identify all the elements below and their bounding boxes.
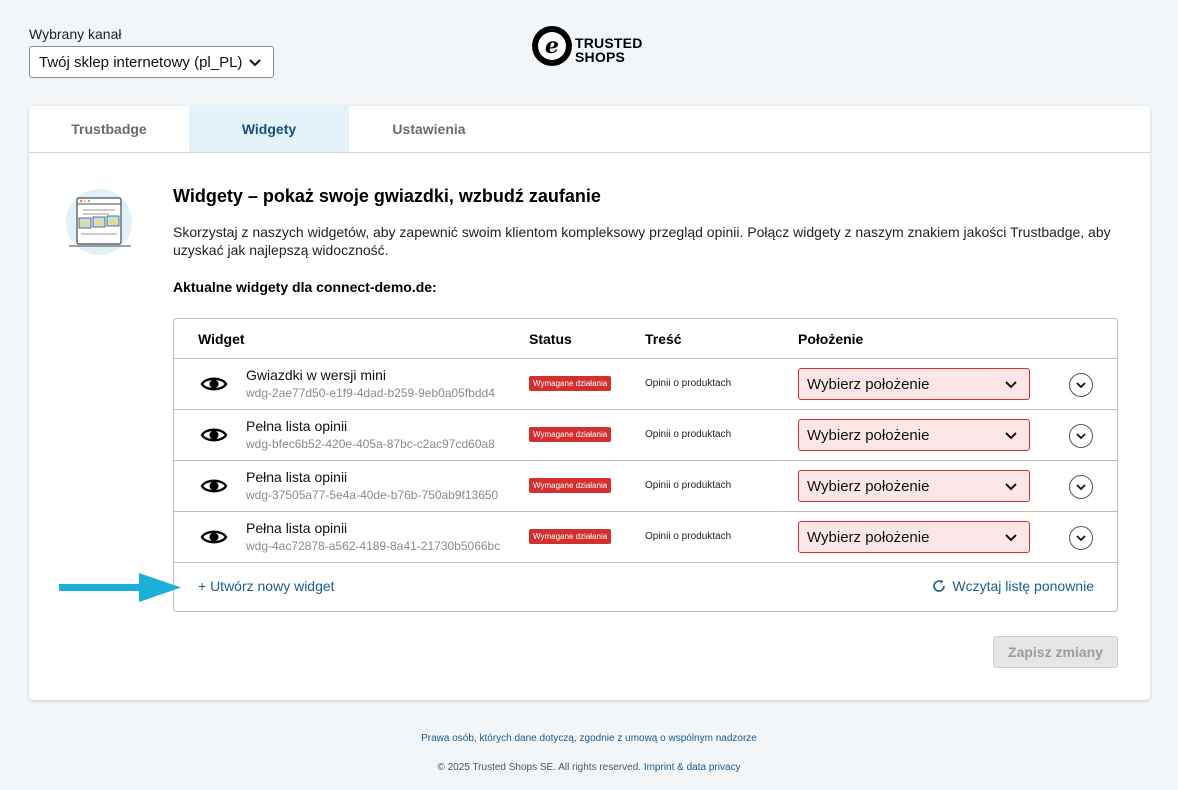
widget-content-type: Opinii o produktach bbox=[645, 531, 732, 542]
table-row: Gwiazdki w wersji mini wdg-2ae77d50-e1f9… bbox=[174, 359, 1117, 410]
position-select[interactable]: Wybierz położenie bbox=[798, 368, 1030, 400]
header-position: Położenie bbox=[798, 331, 864, 347]
chevron-down-icon bbox=[249, 59, 261, 67]
table-row: Pełna lista opinii wdg-4ac72878-a562-418… bbox=[174, 512, 1117, 563]
widgets-illustration bbox=[61, 188, 141, 265]
channel-selector: Wybrany kanał Twój sklep internetowy (pl… bbox=[29, 26, 274, 78]
status-badge: Wymagane działania bbox=[529, 376, 612, 391]
widget-id: wdg-4ac72878-a562-4189-8a41-21730b5066bc bbox=[246, 539, 501, 553]
expand-row-button[interactable] bbox=[1069, 373, 1093, 397]
status-badge: Wymagane działania bbox=[529, 427, 612, 442]
eye-icon[interactable] bbox=[200, 373, 228, 395]
widget-content-type: Opinii o produktach bbox=[645, 480, 732, 491]
chevron-down-icon bbox=[1005, 432, 1017, 440]
widget-id: wdg-37505a77-5e4a-40de-b76b-750ab9f13650 bbox=[246, 488, 499, 502]
header-status: Status bbox=[529, 331, 572, 347]
channel-label: Wybrany kanał bbox=[29, 26, 122, 42]
position-select-value: Wybierz położenie bbox=[807, 528, 930, 546]
page-description: Skorzystaj z naszych widgetów, aby zapew… bbox=[173, 224, 1111, 258]
expand-row-button[interactable] bbox=[1069, 526, 1093, 550]
widgets-card: Trustbadge Widgety Ustawienia Widgety – … bbox=[29, 106, 1150, 700]
channel-select[interactable]: Twój sklep internetowy (pl_PL) bbox=[29, 46, 274, 78]
logo-line-2: SHOPS bbox=[575, 49, 626, 65]
refresh-icon bbox=[933, 579, 946, 592]
expand-row-button[interactable] bbox=[1069, 475, 1093, 499]
position-select[interactable]: Wybierz położenie bbox=[798, 521, 1030, 553]
save-changes-button[interactable]: Zapisz zmiany bbox=[993, 636, 1118, 668]
position-select[interactable]: Wybierz położenie bbox=[798, 419, 1030, 451]
channel-select-value: Twój sklep internetowy (pl_PL) bbox=[39, 53, 243, 71]
trusted-shops-logo: e TRUSTED SHOPS bbox=[532, 26, 643, 66]
widgets-table: Widget Status Treść Położenie Gwiazdki w… bbox=[173, 318, 1118, 612]
expand-row-button[interactable] bbox=[1069, 424, 1093, 448]
imprint-link[interactable]: Imprint & data privacy bbox=[644, 762, 741, 773]
position-select-value: Wybierz położenie bbox=[807, 477, 930, 495]
logo-text: TRUSTED SHOPS bbox=[575, 36, 643, 64]
eye-icon[interactable] bbox=[200, 526, 228, 548]
chevron-down-icon bbox=[1005, 534, 1017, 542]
page-title: Widgety – pokaż swoje gwiazdki, wzbudź z… bbox=[173, 186, 601, 206]
status-badge: Wymagane działania bbox=[529, 478, 612, 493]
table-row: Pełna lista opinii wdg-bfec6b52-420e-405… bbox=[174, 410, 1117, 461]
chevron-down-icon bbox=[1076, 382, 1086, 389]
table-row: Pełna lista opinii wdg-37505a77-5e4a-40d… bbox=[174, 461, 1117, 512]
header-widget: Widget bbox=[198, 331, 245, 347]
widgets-intro: Widgety – pokaż swoje gwiazdki, wzbudź z… bbox=[173, 186, 1118, 295]
widget-content-type: Opinii o produktach bbox=[645, 429, 732, 440]
widget-name: Pełna lista opinii bbox=[246, 469, 348, 485]
footer-privacy-link[interactable]: Prawa osób, których dane dotyczą, zgodni… bbox=[0, 733, 1178, 744]
chevron-down-icon bbox=[1005, 381, 1017, 389]
widget-name: Pełna lista opinii bbox=[246, 418, 348, 434]
header-content: Treść bbox=[645, 331, 682, 347]
widget-id: wdg-2ae77d50-e1f9-4dad-b259-9eb0a05fbdd4 bbox=[246, 386, 495, 400]
widget-name: Pełna lista opinii bbox=[246, 520, 348, 536]
chevron-down-icon bbox=[1076, 535, 1086, 542]
widget-id: wdg-bfec6b52-420e-405a-87bc-c2ac97cd60a8 bbox=[246, 437, 495, 451]
reload-list-label: Wczytaj listę ponownie bbox=[952, 578, 1094, 594]
create-widget-link[interactable]: + Utwórz nowy widget bbox=[198, 578, 335, 594]
status-badge: Wymagane działania bbox=[529, 529, 612, 544]
position-select[interactable]: Wybierz położenie bbox=[798, 470, 1030, 502]
copyright-text: © 2025 Trusted Shops SE. All rights rese… bbox=[437, 762, 642, 773]
chevron-down-icon bbox=[1005, 483, 1017, 491]
current-widgets-label: Aktualne widgety dla connect-demo.de: bbox=[173, 279, 437, 295]
table-header: Widget Status Treść Położenie bbox=[174, 319, 1117, 359]
tab-trustbadge[interactable]: Trustbadge bbox=[29, 106, 189, 152]
eye-icon[interactable] bbox=[200, 424, 228, 446]
pointer-arrow-icon bbox=[59, 573, 181, 602]
widget-content-type: Opinii o produktach bbox=[645, 378, 732, 389]
eye-icon[interactable] bbox=[200, 475, 228, 497]
position-select-value: Wybierz położenie bbox=[807, 375, 930, 393]
tab-widgety[interactable]: Widgety bbox=[189, 106, 349, 152]
table-footer: + Utwórz nowy widget Wczytaj listę ponow… bbox=[174, 563, 1117, 610]
reload-list-link[interactable]: Wczytaj listę ponownie bbox=[932, 578, 1094, 594]
footer-copyright: © 2025 Trusted Shops SE. All rights rese… bbox=[0, 762, 1178, 773]
tab-bar: Trustbadge Widgety Ustawienia bbox=[29, 106, 1150, 153]
widget-name: Gwiazdki w wersji mini bbox=[246, 367, 387, 383]
logo-line-1: TRUSTED bbox=[575, 35, 643, 51]
chevron-down-icon bbox=[1076, 484, 1086, 491]
trusted-shops-e-icon: e bbox=[532, 26, 572, 66]
tab-ustawienia[interactable]: Ustawienia bbox=[349, 106, 509, 152]
position-select-value: Wybierz położenie bbox=[807, 426, 930, 444]
svg-text:e: e bbox=[545, 33, 559, 59]
chevron-down-icon bbox=[1076, 433, 1086, 440]
